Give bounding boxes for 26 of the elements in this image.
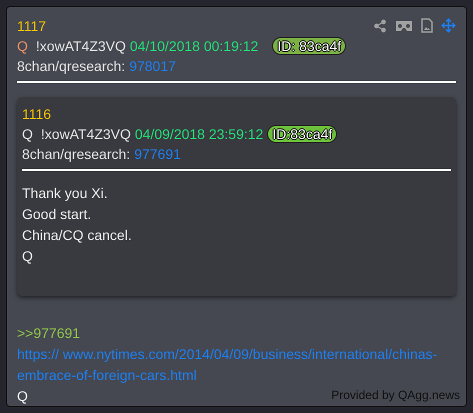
post-number: 1116 (22, 106, 52, 122)
post-text: Thank you Xi. (22, 184, 109, 203)
post-text: Good start. (22, 205, 92, 224)
board-name: 8chan/qresearch: (17, 57, 126, 76)
author-name: Q (17, 37, 28, 56)
signature: Q (17, 387, 28, 406)
post-text: China/CQ cancel. (22, 226, 133, 245)
board-name: 8chan/qresearch: (22, 145, 130, 164)
article-link[interactable]: https:// www.nytimes.com/2014/04/09/business/international/chinas-embrace-of-foreign-cars.html (17, 344, 457, 386)
headset-icon[interactable] (395, 20, 413, 32)
credit-text: Provided by QAgg.news (331, 388, 460, 402)
move-icon[interactable] (441, 18, 456, 33)
timestamp: 04/10/2018 00:19:12 (130, 37, 258, 56)
timestamp: 04/09/2018 23:59:12 (134, 125, 264, 144)
tripcode: !xowAT4Z3VQ (40, 125, 131, 144)
post-number: 1117 (17, 18, 46, 34)
share-icon[interactable] (373, 18, 387, 32)
id-badge: ID:83ca4f (267, 125, 338, 143)
post-link[interactable]: 978017 (129, 56, 176, 76)
reply-link[interactable]: >>977691 (17, 323, 456, 344)
id-badge: ID: 83ca4f (272, 37, 346, 55)
tripcode: !xowAT4Z3VQ (36, 37, 126, 56)
author-name: Q (22, 125, 33, 144)
document-icon[interactable] (421, 18, 433, 33)
post-link[interactable]: 977691 (134, 144, 181, 164)
post-text: Q (22, 247, 34, 266)
